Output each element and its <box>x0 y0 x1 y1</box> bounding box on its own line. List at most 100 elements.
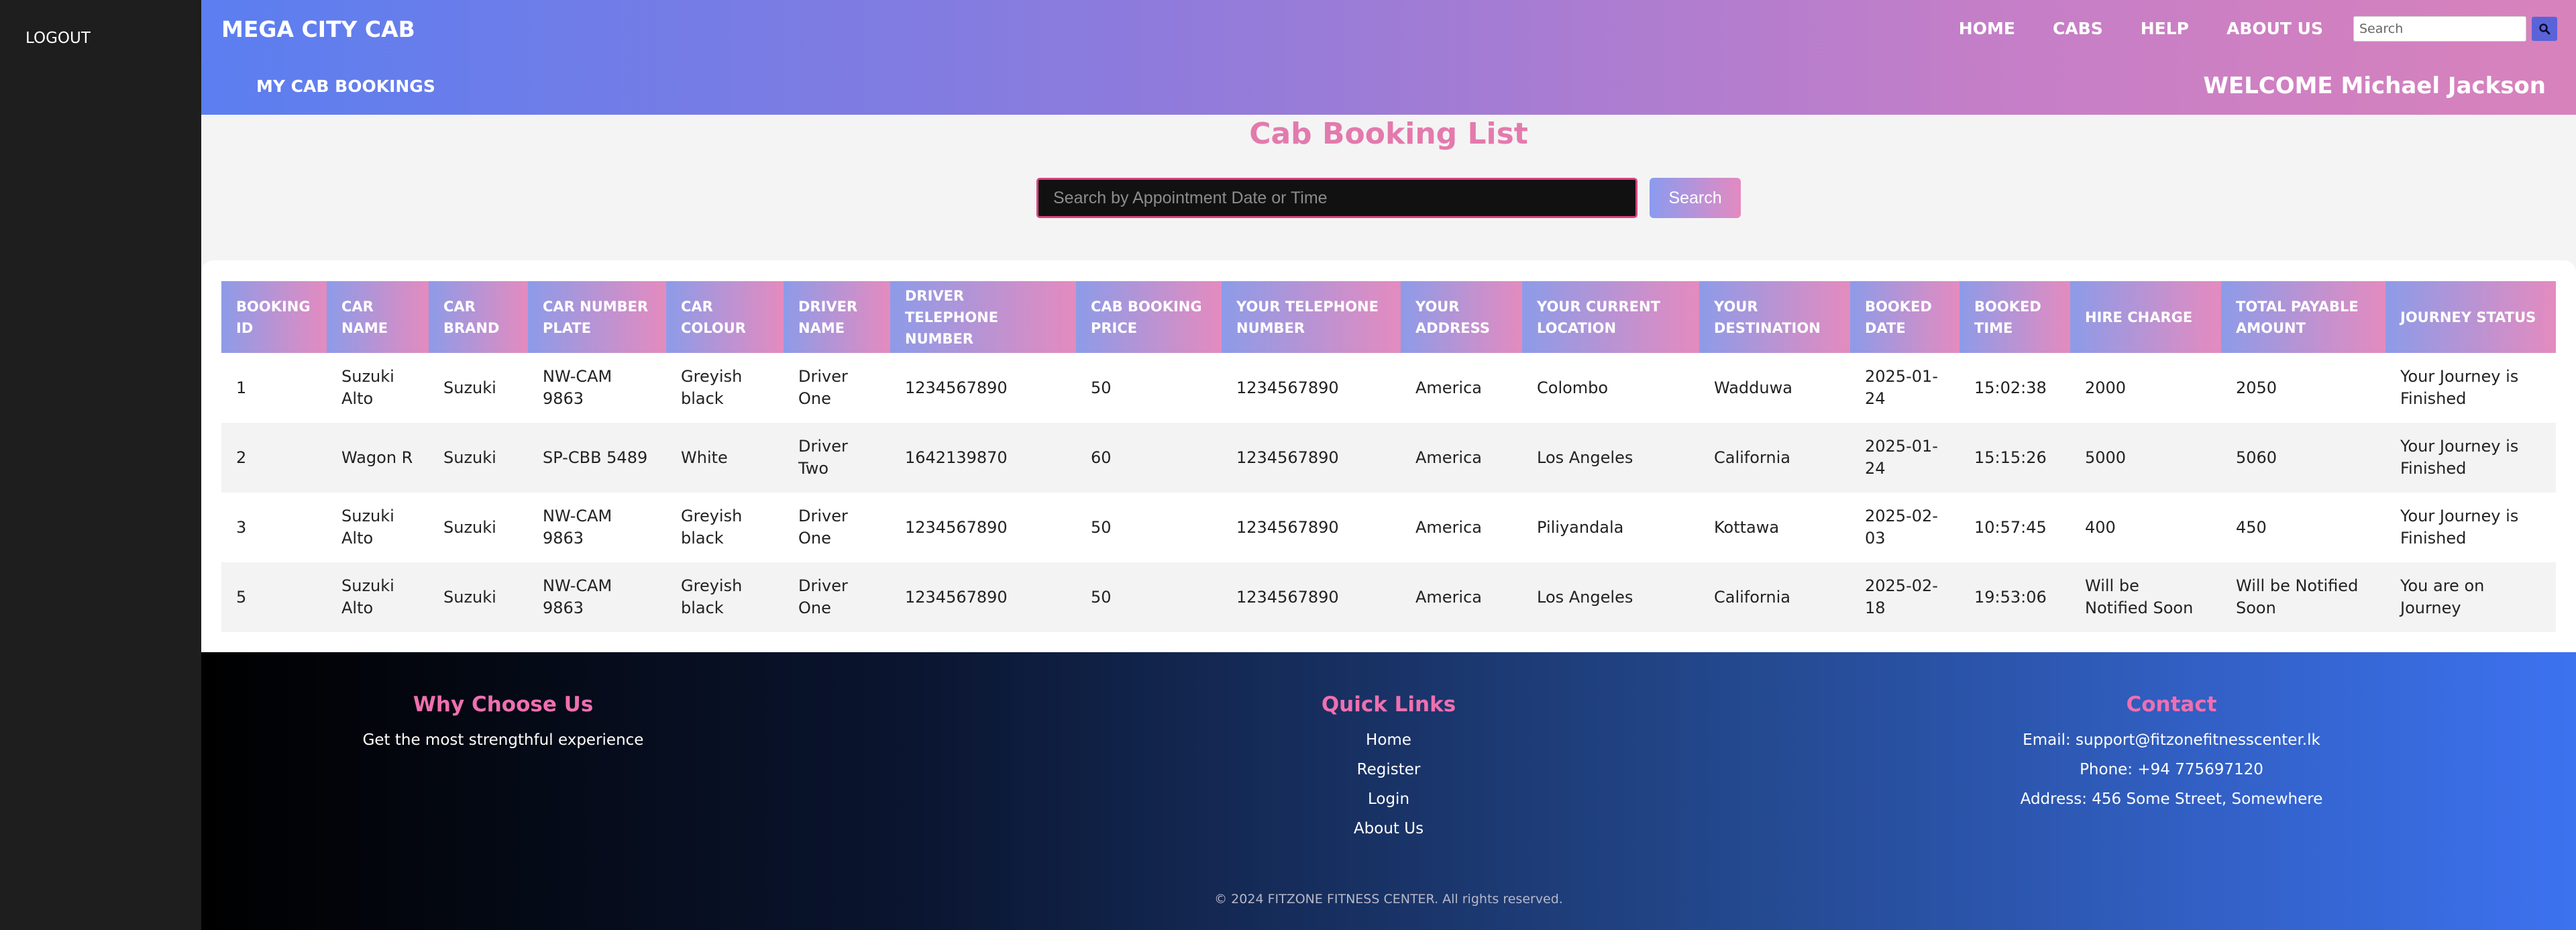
table-cell: Suzuki Alto <box>327 353 429 423</box>
footer-link-login[interactable]: Login <box>1368 790 1409 808</box>
table-cell: 1234567890 <box>890 493 1076 562</box>
table-cell: 2050 <box>2221 353 2385 423</box>
table-cell: 3 <box>221 493 327 562</box>
table-cell: NW-CAM 9863 <box>528 353 666 423</box>
table-cell: America <box>1401 423 1522 493</box>
table-cell: California <box>1699 423 1850 493</box>
table-cell: Suzuki <box>429 353 528 423</box>
table-cell: Your Journey is Finished <box>2385 423 2556 493</box>
col-car-name: CAR NAME <box>327 281 429 353</box>
table-cell: 15:02:38 <box>1960 353 2070 423</box>
table-cell: 2000 <box>2070 353 2221 423</box>
booking-search-input[interactable] <box>1036 178 1638 218</box>
table-cell: 1234567890 <box>1222 493 1401 562</box>
col-your-address: YOUR ADDRESS <box>1401 281 1522 353</box>
header-search-input[interactable] <box>2353 16 2526 42</box>
table-cell: America <box>1401 562 1522 632</box>
booking-search-button[interactable]: Search <box>1650 178 1741 218</box>
nav-home[interactable]: HOME <box>1959 19 2015 38</box>
table-cell: Suzuki <box>429 562 528 632</box>
nav-about-us[interactable]: ABOUT US <box>2226 19 2323 38</box>
header-search-button[interactable] <box>2532 17 2557 41</box>
table-cell: 19:53:06 <box>1960 562 2070 632</box>
table-cell: 450 <box>2221 493 2385 562</box>
table-cell: 1234567890 <box>890 562 1076 632</box>
table-cell: 1234567890 <box>1222 562 1401 632</box>
col-driver-telephone: DRIVER TELEPHONE NUMBER <box>890 281 1076 353</box>
col-booking-id: BOOKING ID <box>221 281 327 353</box>
search-icon <box>2539 23 2551 35</box>
col-car-number-plate: CAR NUMBER PLATE <box>528 281 666 353</box>
table-cell: Driver Two <box>784 423 890 493</box>
table-cell: 2025-02-03 <box>1850 493 1960 562</box>
table-cell: Driver One <box>784 493 890 562</box>
table-cell: 1 <box>221 353 327 423</box>
table-cell: Your Journey is Finished <box>2385 353 2556 423</box>
col-hire-charge: HIRE CHARGE <box>2070 281 2221 353</box>
col-car-brand: CAR BRAND <box>429 281 528 353</box>
col-destination: YOUR DESTINATION <box>1699 281 1850 353</box>
my-cab-bookings-link[interactable]: MY CAB BOOKINGS <box>256 76 435 96</box>
col-cab-booking-price: CAB BOOKING PRICE <box>1076 281 1222 353</box>
table-cell: You are on Journey <box>2385 562 2556 632</box>
table-cell: Greyish black <box>666 493 784 562</box>
table-cell: Will be Notified Soon <box>2221 562 2385 632</box>
table-cell: America <box>1401 493 1522 562</box>
table-cell: Suzuki <box>429 423 528 493</box>
brand-logo[interactable]: MEGA CITY CAB <box>221 16 415 42</box>
nav-cabs[interactable]: CABS <box>2053 19 2103 38</box>
main-nav: HOME CABS HELP ABOUT US <box>1959 19 2323 38</box>
table-row: 1 Suzuki Alto Suzuki NW-CAM 9863 Greyish… <box>221 353 2556 423</box>
table-row: 3 Suzuki Alto Suzuki NW-CAM 9863 Greyish… <box>221 493 2556 562</box>
table-cell: Los Angeles <box>1522 423 1699 493</box>
table-cell: 50 <box>1076 493 1222 562</box>
footer-contact-email: Email: support@fitzonefitnesscenter.lk <box>2023 731 2320 749</box>
table-cell: 2025-01-24 <box>1850 353 1960 423</box>
table-header-row: BOOKING ID CAR NAME CAR BRAND CAR NUMBER… <box>221 281 2556 353</box>
footer-why-text: Get the most strengthful experience <box>362 731 644 749</box>
col-booked-date: BOOKED DATE <box>1850 281 1960 353</box>
footer-contact-phone: Phone: +94 775697120 <box>2080 761 2263 778</box>
footer: Why Choose Us Get the most strengthful e… <box>201 652 2576 930</box>
col-car-colour: CAR COLOUR <box>666 281 784 353</box>
table-cell: Suzuki <box>429 493 528 562</box>
table-cell: 1234567890 <box>890 353 1076 423</box>
nav-help[interactable]: HELP <box>2141 19 2189 38</box>
top-navbar: MEGA CITY CAB HOME CABS HELP ABOUT US <box>201 0 2576 58</box>
table-cell: 1234567890 <box>1222 423 1401 493</box>
table-cell: 400 <box>2070 493 2221 562</box>
col-driver-name: DRIVER NAME <box>784 281 890 353</box>
table-row: 2 Wagon R Suzuki SP-CBB 5489 White Drive… <box>221 423 2556 493</box>
table-cell: 1642139870 <box>890 423 1076 493</box>
col-your-telephone: YOUR TELEPHONE NUMBER <box>1222 281 1401 353</box>
table-cell: 5000 <box>2070 423 2221 493</box>
footer-link-about-us[interactable]: About Us <box>1354 820 1424 837</box>
col-journey-status: JOURNEY STATUS <box>2385 281 2556 353</box>
table-cell: 5 <box>221 562 327 632</box>
logout-link[interactable]: LOGOUT <box>25 30 91 47</box>
col-total-payable: TOTAL PAYABLE AMOUNT <box>2221 281 2385 353</box>
footer-contact: Contact Email: support@fitzonefitnesscen… <box>1870 692 2473 820</box>
table-cell: 50 <box>1076 562 1222 632</box>
footer-contact-address: Address: 456 Some Street, Somewhere <box>2020 790 2323 808</box>
booking-table-card: BOOKING ID CAR NAME CAR BRAND CAR NUMBER… <box>201 260 2576 652</box>
table-cell: 5060 <box>2221 423 2385 493</box>
table-cell: Piliyandala <box>1522 493 1699 562</box>
table-cell: SP-CBB 5489 <box>528 423 666 493</box>
table-cell: Driver One <box>784 353 890 423</box>
table-cell: NW-CAM 9863 <box>528 493 666 562</box>
table-cell: Your Journey is Finished <box>2385 493 2556 562</box>
table-cell: Wagon R <box>327 423 429 493</box>
table-cell: Suzuki Alto <box>327 493 429 562</box>
table-cell: 2025-02-18 <box>1850 562 1960 632</box>
footer-link-home[interactable]: Home <box>1366 731 1411 749</box>
table-cell: California <box>1699 562 1850 632</box>
table-cell: 2 <box>221 423 327 493</box>
footer-why-title: Why Choose Us <box>413 692 594 717</box>
col-booked-time: BOOKED TIME <box>1960 281 2070 353</box>
table-cell: NW-CAM 9863 <box>528 562 666 632</box>
footer-link-register[interactable]: Register <box>1357 761 1421 778</box>
table-cell: 15:15:26 <box>1960 423 2070 493</box>
footer-quick-links: Quick Links Home Register Login About Us <box>1087 692 1690 849</box>
table-cell: 1234567890 <box>1222 353 1401 423</box>
